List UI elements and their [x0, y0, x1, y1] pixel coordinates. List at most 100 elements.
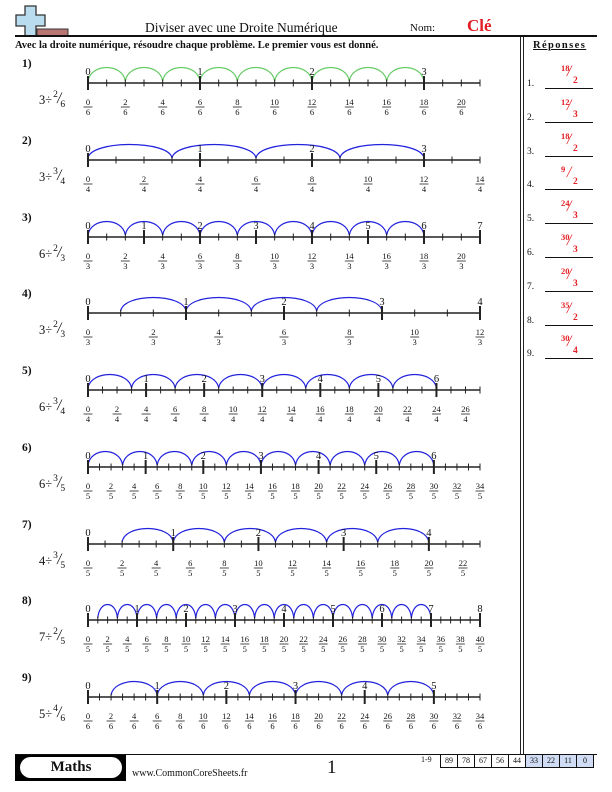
fraction-label-numerator: 28 — [358, 634, 367, 644]
fraction-label-numerator: 20 — [374, 404, 383, 414]
plus-minus-logo-icon — [15, 5, 69, 37]
jump-arc — [294, 450, 331, 465]
fraction-label: 83 — [344, 327, 354, 347]
whole-number-label: 2 — [224, 681, 229, 692]
problem-3: 3) 6÷2/3 0 1 2 3 4 5 6 7 0 3 2 3 4 3 6 3 8 3 10 3 12 3 14 3 16 3 18 3… — [0, 205, 520, 280]
jump-arc — [199, 67, 238, 82]
fraction-label: 145 — [322, 558, 332, 578]
fraction-label-numerator: 34 — [476, 481, 485, 491]
answers-title: Réponses — [533, 40, 587, 51]
fraction-label: 346 — [475, 711, 485, 731]
fraction-label-numerator: 4 — [125, 634, 130, 644]
fraction-label: 104 — [228, 404, 238, 424]
fraction-label-denominator: 6 — [386, 721, 390, 731]
fraction-label-denominator: 4 — [142, 184, 147, 194]
fraction-label: 285 — [357, 634, 367, 654]
jump-arc — [87, 450, 124, 465]
website-link[interactable]: www.CommonCoreSheets.fr — [132, 768, 247, 779]
fraction-label-numerator: 10 — [199, 711, 208, 721]
fraction-label-numerator: 22 — [337, 711, 346, 721]
fraction-label-numerator: 22 — [403, 404, 412, 414]
fraction-label-numerator: 28 — [407, 481, 416, 491]
whole-number-label: 1 — [171, 528, 176, 539]
fraction-label-denominator: 5 — [399, 644, 403, 654]
jump-arc — [162, 220, 201, 235]
fraction-label-numerator: 22 — [337, 481, 346, 491]
fraction-label: 166 — [267, 711, 277, 731]
fraction-label-denominator: 3 — [151, 337, 155, 347]
jump-arc — [185, 297, 252, 312]
fraction-label: 65 — [185, 558, 195, 578]
fraction-label-numerator: 28 — [407, 711, 416, 721]
fraction-label-denominator: 5 — [132, 491, 136, 501]
jump-arc — [261, 374, 307, 389]
answer-blank-line — [545, 223, 593, 225]
fraction-label-numerator: 20 — [314, 711, 323, 721]
fraction-label-denominator: 5 — [419, 644, 423, 654]
jump-arc — [387, 681, 435, 696]
fraction-label: 144 — [475, 174, 485, 194]
fraction-label: 225 — [337, 481, 347, 501]
fraction-label-denominator: 4 — [434, 414, 439, 424]
header-divider — [15, 35, 597, 37]
fraction-label-numerator: 18 — [345, 404, 354, 414]
fraction-label-denominator: 6 — [123, 107, 127, 117]
fraction-label-denominator: 5 — [359, 568, 363, 578]
fraction-label: 105 — [253, 558, 263, 578]
fraction-label-numerator: 18 — [260, 634, 269, 644]
fraction-label-numerator: 32 — [397, 634, 406, 644]
fraction-label-numerator: 20 — [457, 97, 466, 107]
fraction-label-numerator: 6 — [155, 481, 159, 491]
answer-item: 9. 30/4 — [524, 332, 604, 362]
fraction-label-denominator: 3 — [478, 337, 482, 347]
score-cell: 22 — [542, 754, 560, 768]
fraction-label-denominator: 5 — [105, 644, 109, 654]
fraction-label: 46 — [129, 711, 139, 731]
fraction-label-numerator: 4 — [217, 327, 222, 337]
fraction-label-denominator: 4 — [173, 414, 178, 424]
fraction-label-numerator: 36 — [437, 634, 446, 644]
answer-blank-line — [545, 88, 593, 89]
problem-7: 7) 4÷3/5 0 1 2 3 4 0 5 2 5 4 5 6 5 8 5 10 5 12 5 14 5 16 5 18 5 20 5… — [0, 512, 520, 587]
fraction-label-numerator: 8 — [178, 711, 182, 721]
whole-number-label: 0 — [85, 67, 90, 78]
fraction-label-denominator: 5 — [386, 491, 390, 501]
jump-arc — [332, 604, 354, 619]
answer-denominator: 2 — [573, 312, 578, 323]
whole-number-label: 2 — [183, 604, 188, 615]
fraction-label-numerator: 16 — [268, 711, 277, 721]
answer-number: 5. — [527, 214, 535, 225]
fraction-label: 306 — [429, 711, 439, 731]
page-number: 1 — [327, 757, 337, 778]
answer-blank-line — [545, 155, 593, 157]
fraction-label-numerator: 2 — [123, 251, 127, 261]
fraction-label-numerator: 20 — [280, 634, 289, 644]
fraction-label-denominator: 5 — [256, 568, 260, 578]
fraction-label: 86 — [232, 97, 242, 117]
fraction-label: 44 — [141, 404, 151, 424]
fraction-label-numerator: 18 — [420, 251, 429, 261]
fraction-label-denominator: 5 — [439, 644, 443, 654]
fraction-label-numerator: 14 — [322, 558, 331, 568]
fraction-label: 225 — [299, 634, 309, 654]
score-cell: 44 — [508, 754, 526, 768]
answer-number: 7. — [527, 281, 535, 292]
whole-number-label: 7 — [477, 221, 482, 232]
fraction-label-denominator: 5 — [86, 644, 90, 654]
jump-arc — [348, 374, 394, 389]
fraction-label-denominator: 5 — [154, 568, 158, 578]
fraction-label-numerator: 14 — [245, 481, 254, 491]
fraction-label-denominator: 4 — [366, 184, 371, 194]
answer-number: 4. — [527, 180, 535, 191]
answer-denominator: 3 — [573, 245, 578, 255]
fraction-label-numerator: 16 — [382, 251, 391, 261]
jump-arc — [274, 220, 313, 235]
jump-arc — [274, 527, 328, 542]
fraction-label-denominator: 3 — [86, 261, 90, 271]
number-line: 0 1 2 3 4 50626466686106126146166186206226246… — [83, 681, 485, 731]
fraction-label-denominator: 5 — [203, 644, 207, 654]
answer-number: 2. — [527, 112, 535, 123]
fraction-label-numerator: 18 — [291, 481, 300, 491]
answer-blank-line — [545, 358, 593, 360]
answer-number: 6. — [527, 248, 535, 258]
